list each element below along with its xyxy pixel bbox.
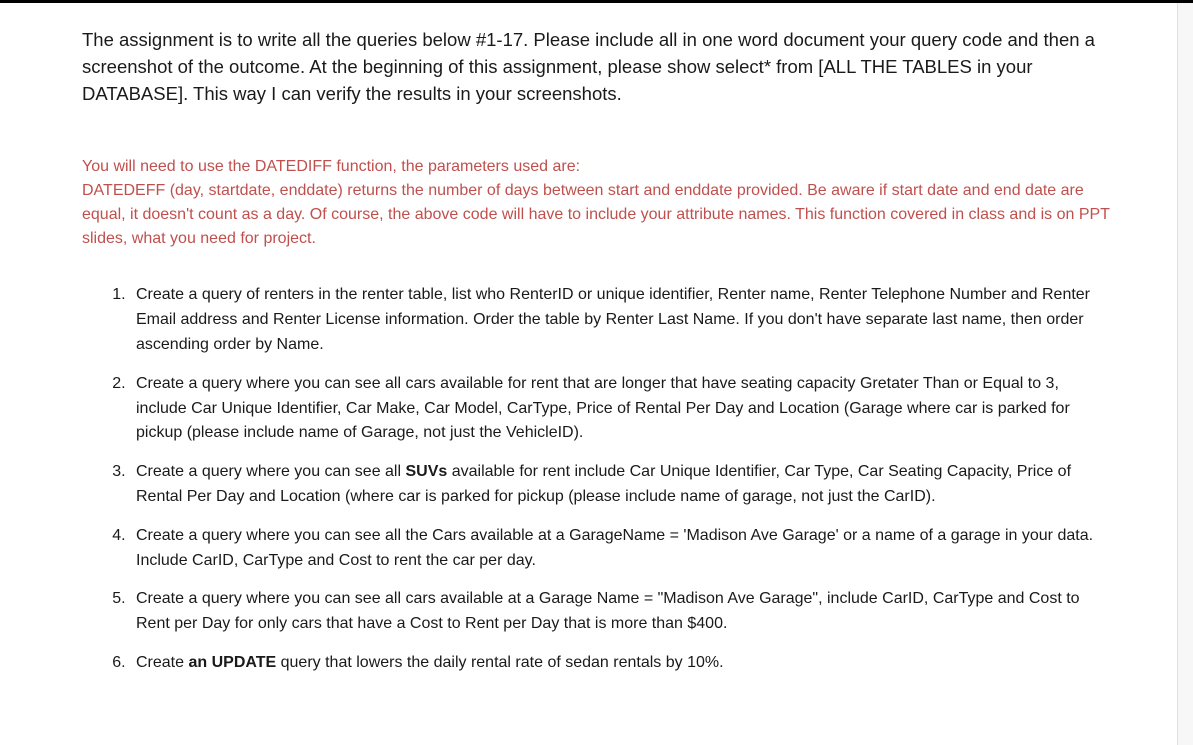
item-text-pre: Create <box>136 654 188 671</box>
item-text: Create a query where you can see all the… <box>136 527 1093 569</box>
item-text: Create a query where you can see all car… <box>136 590 1080 632</box>
item-text-bold: SUVs <box>405 463 447 480</box>
intro-paragraph: The assignment is to write all the queri… <box>82 27 1111 107</box>
item-text: Create a query of renters in the renter … <box>136 286 1090 353</box>
list-item: Create a query where you can see all SUV… <box>130 460 1111 510</box>
vertical-scrollbar[interactable] <box>1177 3 1193 745</box>
item-text-pre: Create a query where you can see all <box>136 463 405 480</box>
item-text-post: query that lowers the daily rental rate … <box>276 654 723 671</box>
assignment-list: Create a query of renters in the renter … <box>82 283 1111 675</box>
scroll-thumb[interactable] <box>1180 3 1191 745</box>
list-item: Create a query of renters in the renter … <box>130 283 1111 357</box>
list-item: Create a query where you can see all car… <box>130 587 1111 637</box>
list-item: Create an UPDATE query that lowers the d… <box>130 651 1111 676</box>
list-item: Create a query where you can see all car… <box>130 372 1111 446</box>
hint-paragraph: You will need to use the DATEDIFF functi… <box>82 155 1111 251</box>
item-text: Create a query where you can see all car… <box>136 375 1070 442</box>
document-content: The assignment is to write all the queri… <box>0 3 1193 710</box>
item-text-bold: an UPDATE <box>188 654 276 671</box>
list-item: Create a query where you can see all the… <box>130 524 1111 574</box>
